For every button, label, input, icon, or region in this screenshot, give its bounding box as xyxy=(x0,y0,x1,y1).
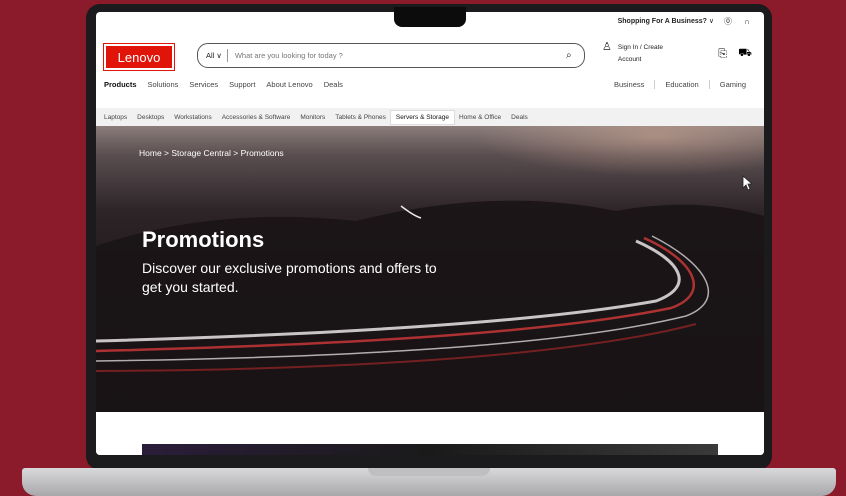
gift-icon[interactable]: ⎘ xyxy=(718,48,727,61)
page-title: Promotions xyxy=(142,227,265,252)
nav-education[interactable]: Education xyxy=(654,79,708,89)
nav-products[interactable]: Products xyxy=(104,80,137,89)
help-circle-icon[interactable]: ⓪ xyxy=(723,16,733,26)
nav-business[interactable]: Business xyxy=(604,80,654,89)
main-nav: Products Solutions Services Support Abou… xyxy=(104,77,756,91)
hero-banner: Home > Storage Central > Promotions Prom… xyxy=(96,126,764,412)
search-category-select[interactable]: All ∨ xyxy=(198,49,228,62)
promo-strip xyxy=(142,444,718,455)
utility-bar: Shopping For A Business? ∨ ⓪ ∩ xyxy=(618,12,764,30)
cat-desktops[interactable]: Desktops xyxy=(137,111,164,124)
cat-accessories[interactable]: Accessories & Software xyxy=(222,111,291,124)
nav-services[interactable]: Services xyxy=(189,80,218,89)
account-link[interactable]: ♙ Sign In / Create Account xyxy=(602,42,663,66)
cat-tablets[interactable]: Tablets & Phones xyxy=(335,111,386,124)
cat-servers[interactable]: Servers & Storage xyxy=(390,110,454,124)
cat-workstations[interactable]: Workstations xyxy=(174,111,211,124)
nav-solutions[interactable]: Solutions xyxy=(148,80,179,89)
cat-monitors[interactable]: Monitors xyxy=(300,111,325,124)
browser-screen: Shopping For A Business? ∨ ⓪ ∩ Lenovo Al… xyxy=(96,12,764,455)
search-bar[interactable]: All ∨ What are you looking for today ? ⌕ xyxy=(197,43,585,68)
cart-icon[interactable]: ⛟ xyxy=(738,47,752,61)
content-area xyxy=(96,412,764,455)
search-icon[interactable]: ⌕ xyxy=(566,50,584,61)
business-link[interactable]: Shopping For A Business? ∨ xyxy=(618,17,714,25)
nav-gaming[interactable]: Gaming xyxy=(708,79,756,89)
nav-deals[interactable]: Deals xyxy=(324,80,343,89)
nav-support[interactable]: Support xyxy=(229,80,255,89)
headset-icon[interactable]: ∩ xyxy=(742,16,752,26)
search-input[interactable]: What are you looking for today ? xyxy=(228,51,566,60)
breadcrumb: Home > Storage Central > Promotions xyxy=(139,148,284,158)
lenovo-logo[interactable]: Lenovo xyxy=(104,44,174,70)
nav-about[interactable]: About Lenovo xyxy=(266,80,312,89)
mouse-cursor-icon xyxy=(742,175,753,191)
cat-home-office[interactable]: Home & Office xyxy=(459,111,501,124)
cat-deals[interactable]: Deals xyxy=(511,111,528,124)
hero-subtitle: Discover our exclusive promotions and of… xyxy=(142,260,437,295)
segment-nav: Business Education Gaming xyxy=(604,79,756,89)
header: Lenovo All ∨ What are you looking for tod… xyxy=(104,42,756,70)
category-bar: Laptops Desktops Workstations Accessorie… xyxy=(96,108,764,126)
cat-laptops[interactable]: Laptops xyxy=(104,111,127,124)
person-icon: ♙ xyxy=(602,41,612,53)
laptop-base-lip xyxy=(368,468,490,476)
camera-notch xyxy=(394,7,466,27)
